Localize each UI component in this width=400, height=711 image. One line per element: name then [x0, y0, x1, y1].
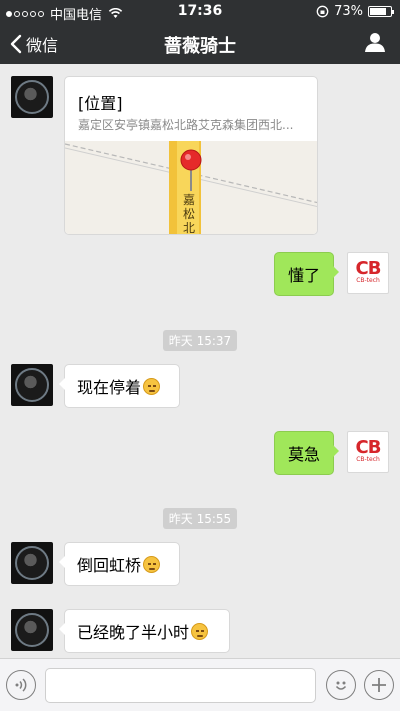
contact-avatar[interactable]: [11, 609, 53, 651]
voice-icon: [15, 678, 27, 692]
map-pin-icon: [180, 149, 202, 191]
location-map: 嘉松北路: [65, 141, 317, 235]
message-bubble-sent[interactable]: 懂了: [274, 252, 339, 296]
plus-icon: [372, 678, 386, 692]
message-text: 已经晚了半小时: [77, 623, 190, 642]
emoji-icon: [191, 622, 209, 640]
smiley-icon: [335, 681, 347, 690]
rotation-lock-icon: [316, 5, 329, 18]
more-button[interactable]: [364, 670, 394, 700]
contact-profile-icon[interactable]: [364, 31, 386, 53]
self-avatar[interactable]: CB CB-tech: [347, 252, 389, 294]
emoji-icon: [143, 555, 161, 573]
timestamp: 昨天 15:55: [0, 508, 400, 529]
message-text: 倒回虹桥: [77, 556, 142, 575]
location-address: 嘉定区安亭镇嘉松北路艾克森集团西北...: [78, 118, 294, 132]
message-text: 莫急: [287, 445, 320, 464]
top-bar: 中国电信 17:36 73% 微信 蔷薇骑士: [0, 0, 400, 64]
message-input[interactable]: [45, 668, 316, 703]
self-avatar-logo-sub: CB-tech: [356, 456, 380, 463]
timestamp: 昨天 15:37: [0, 330, 400, 351]
message-text: 现在停着: [77, 378, 142, 397]
contact-avatar[interactable]: [11, 542, 53, 584]
self-avatar-logo: CB: [355, 437, 382, 458]
self-avatar[interactable]: CB CB-tech: [347, 431, 389, 473]
message-bubble-received[interactable]: 已经晚了半小时: [59, 609, 230, 653]
map-road-label: 嘉松北路: [183, 193, 196, 235]
contact-avatar[interactable]: [11, 76, 53, 118]
timestamp-label: 昨天 15:55: [162, 508, 238, 529]
self-avatar-logo: CB: [355, 258, 382, 279]
timestamp-label: 昨天 15:37: [162, 330, 238, 351]
message-bubble-sent[interactable]: 莫急: [274, 431, 339, 475]
battery-icon: [368, 6, 394, 17]
input-bar: [0, 658, 400, 711]
location-label: [位置]: [78, 94, 123, 113]
chat-title: 蔷薇骑士: [164, 36, 236, 57]
self-avatar-logo-sub: CB-tech: [356, 277, 380, 284]
status-bar: 中国电信 17:36 73%: [0, 0, 400, 23]
emoji-button[interactable]: [326, 670, 356, 700]
location-message[interactable]: [位置] 嘉定区安亭镇嘉松北路艾克森集团西北... 嘉松北路: [64, 76, 318, 235]
message-bubble-received[interactable]: 现在停着: [59, 364, 180, 408]
message-bubble-received[interactable]: 倒回虹桥: [59, 542, 180, 586]
message-text: 懂了: [287, 266, 320, 285]
battery-percent: 73%: [334, 4, 363, 19]
voice-toggle-button[interactable]: [6, 670, 36, 700]
contact-avatar[interactable]: [11, 364, 53, 406]
emoji-icon: [143, 377, 161, 395]
nav-bar: 微信 蔷薇骑士: [0, 22, 400, 64]
chat-area[interactable]: [位置] 嘉定区安亭镇嘉松北路艾克森集团西北... 嘉松北路 CB CB-tec…: [0, 64, 400, 658]
